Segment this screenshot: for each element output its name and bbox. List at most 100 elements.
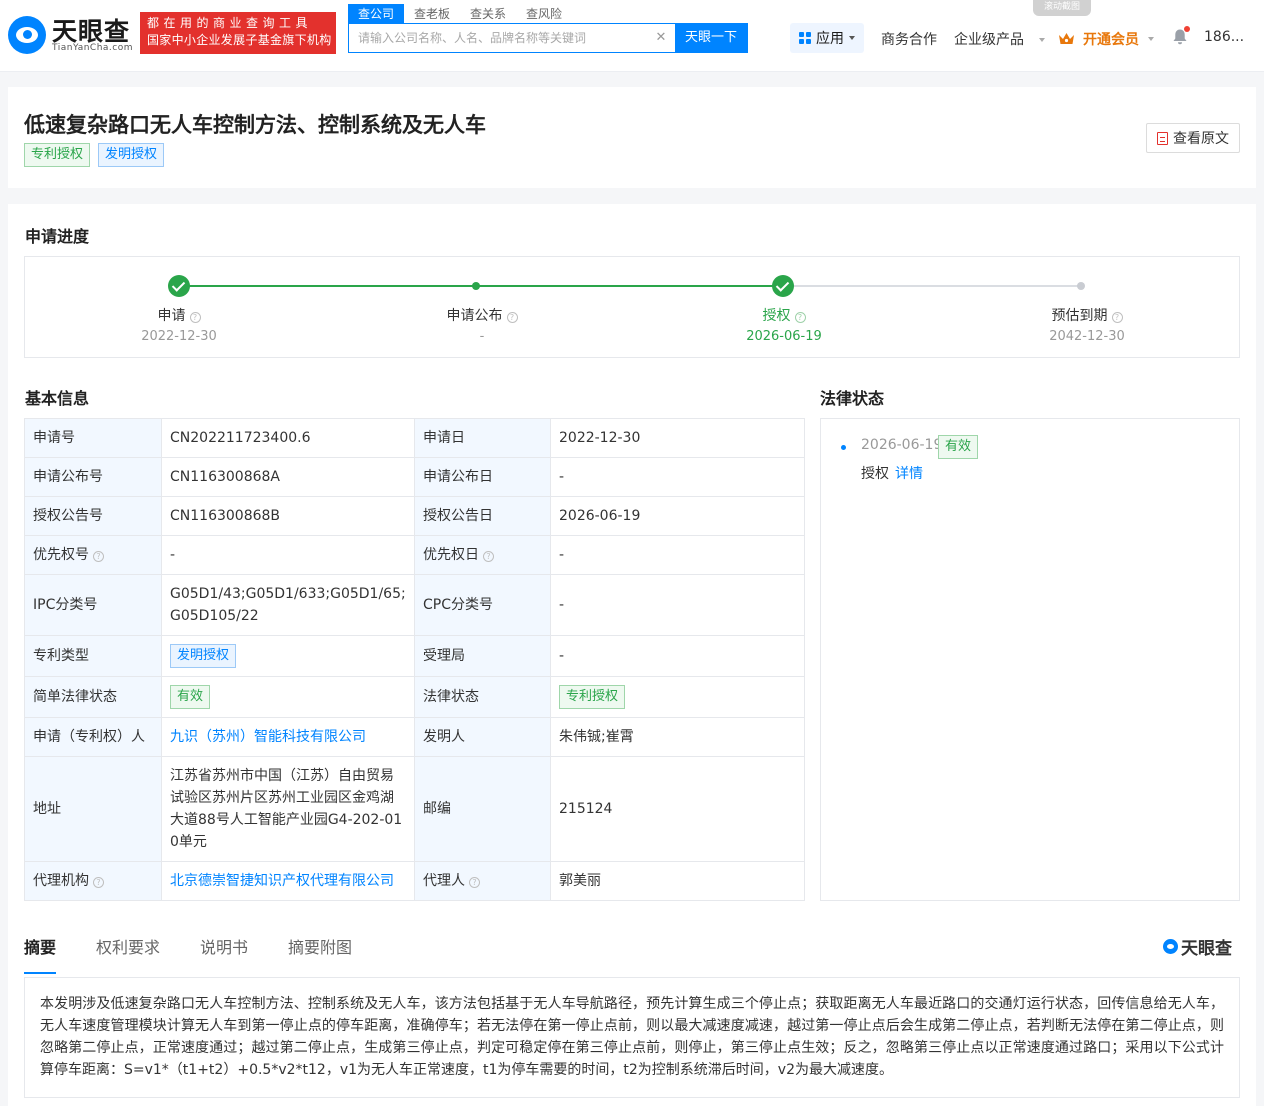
- field-label: 简单法律状态: [24, 676, 162, 718]
- view-original-button[interactable]: 查看原文: [1146, 123, 1240, 153]
- table-row: 申请（专利权）人 九识（苏州）智能科技有限公司 发明人 朱伟铖;崔霄: [24, 717, 805, 757]
- legal-status-title: 法律状态: [820, 389, 885, 408]
- legal-status-tag: 专利授权: [559, 685, 626, 709]
- publication-date: -: [550, 457, 805, 497]
- table-row: 优先权号? - 优先权日? -: [24, 535, 805, 575]
- help-icon[interactable]: ?: [483, 551, 494, 562]
- table-row: 申请号 CN202211723400.6 申请日 2022-12-30: [24, 418, 805, 458]
- inventors: 朱伟铖;崔霄: [550, 717, 805, 757]
- search-input[interactable]: [349, 24, 647, 52]
- step-check-icon: [168, 275, 190, 297]
- scroll-screenshot-tip[interactable]: 滚动截图: [1033, 0, 1091, 16]
- site-logo[interactable]: 天眼查 TianYanCha.com: [8, 12, 136, 56]
- step-date: 2042-12-30: [1049, 329, 1125, 344]
- priority-number: -: [161, 535, 415, 575]
- field-label: 申请号: [24, 418, 162, 458]
- field-label: 发明人: [414, 717, 551, 757]
- legal-status-date: 2026-06-19: [861, 437, 943, 453]
- eye-logo-icon: [8, 16, 46, 54]
- view-original-label: 查看原文: [1173, 131, 1229, 147]
- page-title: 低速复杂路口无人车控制方法、控制系统及无人车: [24, 113, 486, 137]
- progress-step-apply: 申请? 2022-12-30: [89, 305, 269, 344]
- apps-menu-label: 应用: [816, 31, 844, 47]
- field-label: 法律状态: [414, 676, 551, 718]
- apps-menu-button[interactable]: 应用: [790, 23, 864, 53]
- help-icon[interactable]: ?: [506, 312, 518, 323]
- progress-step-expiry: 预估到期? 2042-12-30: [997, 305, 1177, 344]
- table-row: 专利类型 发明授权 受理局 -: [24, 635, 805, 677]
- help-icon[interactable]: ?: [93, 877, 104, 888]
- help-icon[interactable]: ?: [794, 312, 806, 323]
- applicant-link[interactable]: 九识（苏州）智能科技有限公司: [170, 729, 366, 745]
- step-date: -: [479, 329, 485, 344]
- field-label: 代理人: [423, 873, 465, 889]
- step-label: 申请公布: [446, 308, 503, 324]
- open-vip-button[interactable]: 开通会员: [1058, 29, 1154, 49]
- tag-patent-granted: 专利授权: [24, 143, 91, 167]
- legal-event: 授权 详情: [861, 463, 923, 483]
- progress-step-grant: 授权? 2026-06-19: [694, 305, 874, 344]
- user-account-menu[interactable]: 186...: [1204, 29, 1244, 45]
- cpc-classification: -: [550, 574, 805, 636]
- step-label: 授权: [762, 308, 791, 324]
- step-check-icon: [772, 275, 794, 297]
- search-tab-risk[interactable]: 查风险: [516, 4, 572, 24]
- slogan-line-2: 国家中小企业发展子基金旗下机构: [147, 33, 332, 47]
- help-icon[interactable]: ?: [189, 312, 201, 323]
- search-tab-relation[interactable]: 查关系: [460, 4, 516, 24]
- step-label: 预估到期: [1051, 308, 1108, 324]
- search-tab-company[interactable]: 查公司: [348, 4, 405, 24]
- application-date: 2022-12-30: [550, 418, 805, 458]
- grant-date: 2026-06-19: [550, 496, 805, 536]
- clear-search-icon[interactable]: ✕: [647, 24, 675, 52]
- priority-date: -: [550, 535, 805, 575]
- tag-invention-granted: 发明授权: [98, 143, 165, 167]
- step-date: 2022-12-30: [141, 329, 217, 344]
- field-label: 授权公告号: [24, 496, 162, 536]
- table-row: 代理机构? 北京德崇智捷知识产权代理有限公司 代理人? 郭美丽: [24, 861, 805, 901]
- nav-business-cooperation[interactable]: 商务合作: [881, 29, 937, 49]
- field-label: 优先权日: [423, 547, 479, 563]
- agency-link[interactable]: 北京德崇智捷知识产权代理有限公司: [170, 873, 394, 889]
- search-tab-boss[interactable]: 查老板: [404, 4, 460, 24]
- field-label: 优先权号: [33, 547, 89, 563]
- tab-abstract-figure[interactable]: 摘要附图: [288, 934, 352, 974]
- help-icon[interactable]: ?: [1111, 312, 1123, 323]
- progress-step-publish: 申请公布? -: [392, 305, 572, 344]
- field-label: IPC分类号: [24, 574, 162, 636]
- step-label: 申请: [157, 308, 186, 324]
- field-label: 邮编: [414, 756, 551, 862]
- crown-icon: [1059, 33, 1074, 44]
- patent-detail-card: 申请进度 申请? 2022-12-30 申请公布? - 授权? 2026-06-…: [8, 204, 1256, 1106]
- nav-enterprise-products[interactable]: 企业级产品: [954, 29, 1046, 49]
- applicant-address: 江苏省苏州市中国（江苏）自由贸易试验区苏州片区苏州工业园区金鸡湖大道88号人工智…: [161, 756, 415, 862]
- grant-number: CN116300868B: [161, 496, 415, 536]
- help-icon[interactable]: ?: [469, 877, 480, 888]
- search-button[interactable]: 天眼一下: [675, 24, 747, 52]
- abstract-text: 本发明涉及低速复杂路口无人车控制方法、控制系统及无人车，该方法包括基于无人车导航…: [24, 977, 1240, 1098]
- field-label: 专利类型: [24, 635, 162, 677]
- tab-claims[interactable]: 权利要求: [96, 934, 160, 974]
- field-label: 申请（专利权）人: [24, 717, 162, 757]
- field-label: 申请公布日: [414, 457, 551, 497]
- logo-domain: TianYanCha.com: [52, 43, 134, 53]
- receiving-office: -: [550, 635, 805, 677]
- open-vip-label: 开通会员: [1083, 32, 1139, 48]
- legal-detail-link[interactable]: 详情: [895, 466, 923, 482]
- chevron-down-icon: [1148, 37, 1154, 41]
- simple-legal-status-tag: 有效: [170, 685, 211, 709]
- slogan-banner: 都在用的商业查询工具 国家中小企业发展子基金旗下机构: [140, 12, 336, 54]
- apps-grid-icon: [799, 32, 811, 44]
- tab-description[interactable]: 说明书: [200, 934, 248, 974]
- tab-abstract[interactable]: 摘要: [24, 934, 57, 974]
- tianyancha-watermark: 天眼查: [1163, 934, 1232, 959]
- watermark-text: 天眼查: [1181, 939, 1232, 959]
- help-icon[interactable]: ?: [93, 551, 104, 562]
- field-label: 受理局: [414, 635, 551, 677]
- agent-name: 郭美丽: [550, 861, 805, 901]
- legal-event-label: 授权: [861, 466, 889, 482]
- slogan-line-1: 都在用的商业查询工具: [147, 16, 313, 30]
- field-label: 代理机构: [33, 873, 89, 889]
- eye-logo-icon: [1163, 939, 1178, 954]
- application-progress: 申请? 2022-12-30 申请公布? - 授权? 2026-06-19 预估…: [24, 256, 1240, 358]
